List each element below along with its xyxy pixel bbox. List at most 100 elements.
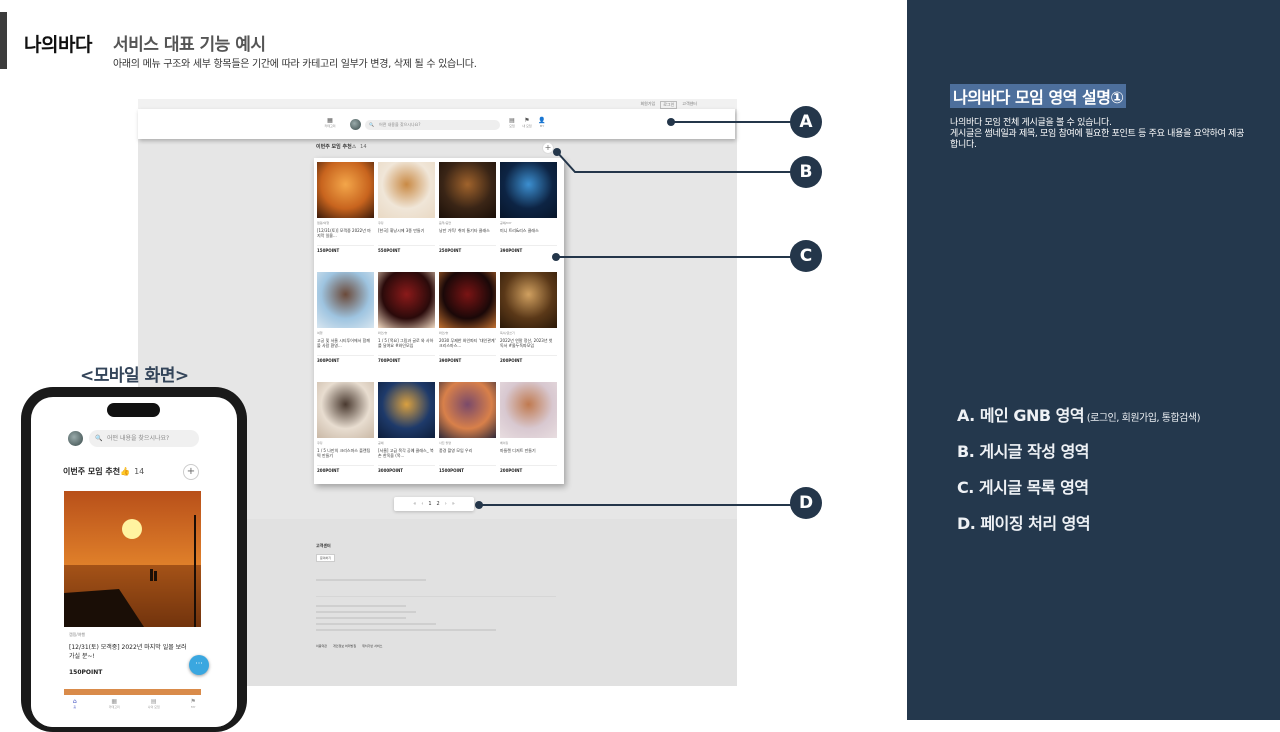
post-title[interactable]: 2030 무제한 와인파티 '대인관계' 크리스마스... xyxy=(439,338,496,351)
board-icon[interactable]: ▤ 모임 xyxy=(505,118,519,129)
inquiry-button[interactable]: 문의하기 xyxy=(316,554,336,562)
post-card[interactable]: 공예/DIY 미니 트리&리스 클래스 390POINT xyxy=(500,162,557,264)
panel-description: 나의바다 모임 전체 게시글을 볼 수 있습니다. 게시글은 썸네일과 제목, … xyxy=(950,118,1245,150)
post-point: 550POINT xyxy=(378,245,435,253)
post-title[interactable]: 2022년 연말 정산, 2023년 첫 독서 #몰두독파모임 xyxy=(500,338,557,351)
post-thumbnail[interactable] xyxy=(500,382,557,438)
callout-b-line xyxy=(553,148,795,173)
post-thumbnail[interactable] xyxy=(317,382,374,438)
callout-a-line xyxy=(672,121,792,123)
footer-text-line xyxy=(316,579,426,581)
post-title[interactable]: 낭만 가득! 취미 통기타 클래스 xyxy=(439,228,496,241)
post-thumbnail[interactable] xyxy=(439,382,496,438)
post-card[interactable]: 캠핑/여행 [12/31(토)] 모객중 2022년 마지막 일몰... 150PO… xyxy=(317,162,374,264)
post-card[interactable]: 쿠킹 [한국] 휘낭시에 3종 만들기 550POINT xyxy=(378,162,435,264)
callout-b-badge: B xyxy=(790,156,822,188)
post-card[interactable]: 베이킹 마들렌 디저트 만들기 200POINT xyxy=(500,382,557,484)
post-thumbnail[interactable] xyxy=(500,162,557,218)
post-title[interactable]: 미니 트리&리스 클래스 xyxy=(500,228,557,241)
first-page-button[interactable]: « xyxy=(413,501,416,507)
post-title[interactable]: 마들렌 디저트 만들기 xyxy=(500,448,557,461)
footer-text-line xyxy=(316,617,406,619)
login-link[interactable]: 로그인 xyxy=(660,101,678,109)
post-title[interactable]: 1 / 5 나만의 크리스마스 플랜팅 떡 만들기 xyxy=(317,448,374,461)
post-point: 250POINT xyxy=(439,245,496,253)
nav-category[interactable]: ▦ 카테고리 xyxy=(102,695,126,727)
avatar[interactable] xyxy=(350,119,361,130)
mobile-screen-label: <모바일 화면> xyxy=(80,366,189,386)
callout-d-dot xyxy=(475,501,483,509)
post-card[interactable]: 사진 촬영풍경 촬영 모임 우리 1500POINT xyxy=(439,382,496,484)
prev-page-button[interactable]: ‹ xyxy=(421,501,423,507)
support-link[interactable]: 고객센터 xyxy=(682,101,697,109)
pagination: « ‹ 1 2 › » xyxy=(394,497,474,511)
post-point: 300POINT xyxy=(317,355,374,363)
nav-my[interactable]: ⚑ MY xyxy=(181,695,205,727)
page-1[interactable]: 1 xyxy=(428,501,431,507)
post-title[interactable]: [서울] 고급 목각 공예 클래스_ 북촌 한옥을 (목... xyxy=(378,448,435,461)
panel-item-d: D. 페이징 처리 영역 xyxy=(957,514,1091,533)
post-title[interactable]: [한국] 휘낭시에 3종 만들기 xyxy=(378,228,435,241)
post-point: 3000POINT xyxy=(378,465,435,473)
mobile-card-point: 150POINT xyxy=(69,669,103,676)
user-icon[interactable]: 👤 MY xyxy=(535,118,549,129)
flag-icon[interactable]: ⚑ 내 모임 xyxy=(520,118,534,129)
post-category: 음악/공연 xyxy=(439,221,452,225)
post-card[interactable]: 공예 [서울] 고급 목각 공예 클래스_ 북촌 한옥을 (목... 3000POI… xyxy=(378,382,435,484)
mobile-section-title: 이번주 모임 추천👍 14 xyxy=(63,467,145,476)
page-2[interactable]: 2 xyxy=(437,501,440,507)
panel-item-c: C. 게시글 목록 영역 xyxy=(957,478,1089,497)
terms-link[interactable]: 이용약관 xyxy=(316,644,327,648)
post-thumbnail[interactable] xyxy=(439,272,496,328)
post-point: 390POINT xyxy=(500,245,557,253)
post-card[interactable]: 쿠킹 1 / 5 나만의 크리스마스 플랜팅 떡 만들기 200POINT xyxy=(317,382,374,484)
post-thumbnail[interactable] xyxy=(378,162,435,218)
mobile-bottom-nav: ⌂ 홈 ▦ 카테고리 ▤ 나의 모임 ⚑ MY xyxy=(31,695,237,727)
nav-my-meetings[interactable]: ▤ 나의 모임 xyxy=(142,695,166,727)
grid-icon[interactable]: ▦ 카테고리 xyxy=(323,118,337,129)
panel-item-a: A. 메인 GNB 영역 (로그인, 회원가입, 통합검색) xyxy=(957,406,1200,425)
post-category: 와인/술 xyxy=(439,331,449,335)
post-thumbnail[interactable] xyxy=(439,162,496,218)
mobile-card-photo[interactable] xyxy=(64,491,201,627)
mobile-add-post-button[interactable]: + xyxy=(183,464,199,480)
post-category: 쿠킹 xyxy=(378,221,384,225)
panel-item-b: B. 게시글 작성 영역 xyxy=(957,442,1090,461)
last-page-button[interactable]: » xyxy=(452,501,455,507)
post-point: 200POINT xyxy=(500,355,557,363)
post-card[interactable]: 와인/술 2030 무제한 와인파티 '대인관계' 크리스마스... 390POIN… xyxy=(439,272,496,374)
privacy-link[interactable]: 개인정보 처리방침 xyxy=(333,644,356,648)
post-card[interactable]: 음악/공연낭만 가득! 취미 통기타 클래스 250POINT xyxy=(439,162,496,264)
post-point: 1500POINT xyxy=(439,465,496,473)
post-category: 사진 촬영 xyxy=(439,441,451,445)
post-card[interactable]: 와인/술 1 / 5 [목요] 그림과 글로 와 사하를 달여요 #와인모임 700… xyxy=(378,272,435,374)
post-title[interactable]: 1 / 5 [목요] 그림과 글로 와 사하를 달여요 #와인모임 xyxy=(378,338,435,351)
callout-d-badge: D xyxy=(790,487,822,519)
footer-text-line xyxy=(316,605,406,607)
post-title[interactable]: 풍경 촬영 모임 우리 xyxy=(439,448,496,461)
avatar[interactable] xyxy=(68,431,83,446)
location-link[interactable]: 위치기반 서비스 xyxy=(362,644,382,648)
post-thumbnail[interactable] xyxy=(317,272,374,328)
post-thumbnail[interactable] xyxy=(378,272,435,328)
section-title: 이번주 모임 추천⚠ 14 xyxy=(316,144,367,150)
post-point: 200POINT xyxy=(500,465,557,473)
post-title[interactable]: 고궁 및 서울 시티투어에서 함께 볼 사람 환영... xyxy=(317,338,374,351)
post-category: 공예 xyxy=(378,441,384,445)
post-thumbnail[interactable] xyxy=(378,382,435,438)
chat-icon[interactable]: ··· xyxy=(189,655,209,675)
post-card[interactable]: 여행 고궁 및 서울 시티투어에서 함께 볼 사람 환영... 300POINT xyxy=(317,272,374,374)
mobile-card-title[interactable]: [12/31(토) 모객중] 2022년 마지막 일몰 보러가실 분~! xyxy=(69,643,189,661)
post-category: 와인/술 xyxy=(378,331,388,335)
nav-home[interactable]: ⌂ 홈 xyxy=(63,695,87,727)
callout-d-line xyxy=(480,504,793,506)
post-thumbnail[interactable] xyxy=(500,272,557,328)
signup-link[interactable]: 회원가입 xyxy=(640,101,655,109)
section-count: 14 xyxy=(360,144,367,150)
search-input[interactable]: 어떤 내용을 찾으시나요? xyxy=(365,120,500,130)
post-card[interactable]: 독서/글쓰기 2022년 연말 정산, 2023년 첫 독서 #몰두독파모임 200… xyxy=(500,272,557,374)
post-thumbnail[interactable] xyxy=(317,162,374,218)
post-title[interactable]: [12/31(토)] 모객중 2022년 마지막 일몰... xyxy=(317,228,374,241)
next-page-button[interactable]: › xyxy=(445,501,447,507)
mobile-search-input[interactable]: 어떤 내용을 찾으시나요? xyxy=(89,430,199,447)
